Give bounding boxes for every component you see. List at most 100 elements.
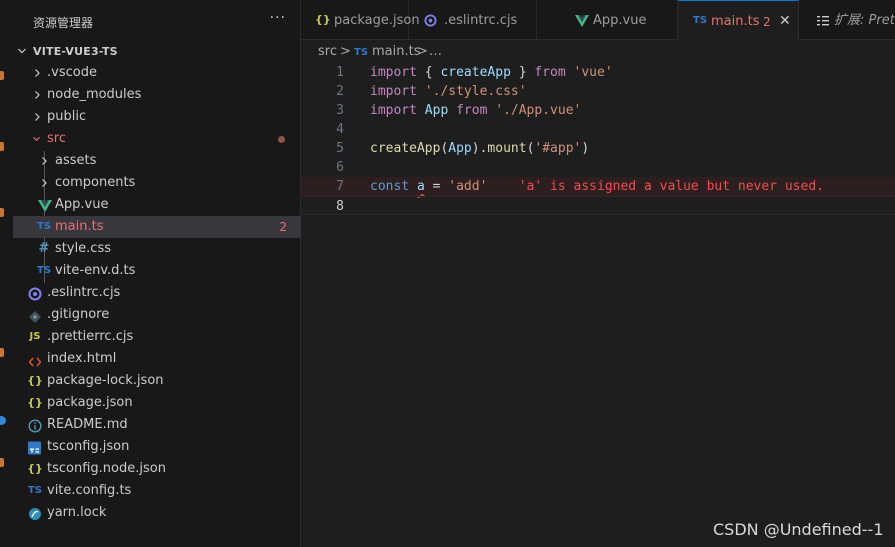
modified-indicator <box>278 136 285 143</box>
tree-item-label: vite.config.ts <box>47 483 132 498</box>
activity-marker <box>0 208 4 217</box>
git-icon <box>29 311 41 323</box>
ts-icon: TS <box>354 47 369 58</box>
tree-item-prettierrc[interactable]: JS .prettierrc.cjs <box>13 326 301 348</box>
tree-item-eslintrc[interactable]: .eslintrc.cjs <box>13 282 301 304</box>
activity-marker <box>0 458 4 467</box>
tree-item-label: .gitignore <box>47 307 110 322</box>
tree-item-style-css[interactable]: # style.css <box>13 238 301 260</box>
tree-item-assets[interactable]: assets <box>13 150 301 172</box>
tsconfig-icon <box>28 441 41 455</box>
css-hash-icon: # <box>38 241 50 256</box>
line-number: 2 <box>336 84 344 99</box>
tree-item-label: package-lock.json <box>47 373 164 388</box>
code-line: 3 import App from './App.vue' <box>301 101 895 120</box>
tree-item-label: yarn.lock <box>47 505 107 520</box>
tree-item-public[interactable]: public <box>13 106 301 128</box>
tree-item-src[interactable]: src <box>13 128 301 150</box>
code-text: createApp(App).mount('#app') <box>370 141 590 156</box>
tree-item-label: tsconfig.json <box>47 439 130 454</box>
tree-item-tsconfig-node[interactable]: {} tsconfig.node.json <box>13 458 301 480</box>
line-number: 4 <box>336 122 344 137</box>
breadcrumb-separator: > <box>340 44 351 59</box>
html-icon <box>29 357 41 367</box>
unused-variable: a <box>416 179 425 194</box>
tab-label: package.json <box>334 13 420 28</box>
tree-item-label: .prettierrc.cjs <box>47 329 134 344</box>
activity-marker <box>0 71 4 80</box>
tab-label: 扩展: Prettie <box>834 13 895 28</box>
inline-diagnostic-message: 'a' is assigned a value but never used. <box>518 179 824 194</box>
line-number: 6 <box>336 160 344 175</box>
breadcrumb-file[interactable]: main.ts <box>372 44 420 60</box>
vue-icon <box>575 15 589 27</box>
ts-icon: TS <box>37 221 52 232</box>
json-icon: {} <box>27 462 43 475</box>
more-actions-button[interactable]: ··· <box>270 10 286 26</box>
chevron-right-icon <box>35 69 40 77</box>
tree-item-label: main.ts <box>55 219 104 234</box>
tree-item-vite-config[interactable]: TS vite.config.ts <box>13 480 301 502</box>
tree-item-tsconfig[interactable]: tsconfig.json <box>13 436 301 458</box>
code-editor[interactable]: 1 import { createApp } from 'vue' 2 impo… <box>301 63 895 547</box>
tree-item-app-vue[interactable]: App.vue <box>13 194 301 216</box>
tree-item-label: node_modules <box>47 87 142 102</box>
editor-tab-bar: {} package.json .eslintrc.cjs App.vue TS… <box>301 0 895 41</box>
tree-item-package-json[interactable]: {} package.json <box>13 392 301 414</box>
tree-item-node-modules[interactable]: node_modules <box>13 84 301 106</box>
tree-item-label: vite-env.d.ts <box>55 263 136 278</box>
activity-bar <box>0 0 13 547</box>
line-number: 8 <box>336 199 344 214</box>
ts-icon: TS <box>27 485 43 496</box>
tab-eslintrc[interactable]: .eslintrc.cjs <box>409 0 537 40</box>
root-folder-label: VITE-VUE3-TS <box>33 45 118 58</box>
tree-item-main-ts[interactable]: TS main.ts 2 <box>13 216 301 238</box>
tree-item-package-lock[interactable]: {} package-lock.json <box>13 370 301 392</box>
problem-count-badge: 2 <box>279 220 287 234</box>
tree-item-label: README.md <box>47 417 128 432</box>
tree-item-label: assets <box>55 153 97 168</box>
tab-label: main.ts <box>711 14 760 29</box>
explorer-root-folder[interactable]: VITE-VUE3-TS <box>13 41 301 63</box>
chevron-right-icon <box>35 113 40 121</box>
activity-marker <box>0 142 4 151</box>
tree-item-readme[interactable]: README.md <box>13 414 301 436</box>
code-line: 6 <box>301 158 895 177</box>
watermark: CSDN @Undefined--1 <box>713 520 884 539</box>
line-number: 5 <box>336 141 344 156</box>
tree-item-gitignore[interactable]: .gitignore <box>13 304 301 326</box>
close-icon[interactable]: ✕ <box>779 13 791 29</box>
breadcrumb: src > TS main.ts > … <box>301 41 895 63</box>
eslint-icon <box>424 14 437 27</box>
tab-problem-badge: 2 <box>763 15 771 29</box>
tree-item-label: components <box>55 175 136 190</box>
vue-icon <box>38 200 52 212</box>
tree-item-components[interactable]: components <box>13 172 301 194</box>
tree-item-label: style.css <box>55 241 111 256</box>
tab-app-vue[interactable]: App.vue <box>537 0 678 40</box>
activity-marker <box>0 348 4 357</box>
tree-item-vscode[interactable]: .vscode <box>13 62 301 84</box>
chevron-down-icon <box>32 136 41 142</box>
tab-main-ts[interactable]: TS main.ts 2 ✕ <box>678 0 799 41</box>
tree-item-vite-env[interactable]: TS vite-env.d.ts <box>13 260 301 282</box>
info-icon <box>28 419 42 433</box>
breadcrumb-folder[interactable]: src <box>318 44 337 60</box>
json-icon: {} <box>315 13 331 26</box>
breadcrumb-separator: > <box>417 44 428 59</box>
tree-item-index-html[interactable]: index.html <box>13 348 301 370</box>
json-icon: {} <box>27 396 43 409</box>
ts-icon: TS <box>693 15 708 26</box>
tab-package-json[interactable]: {} package.json <box>301 0 420 40</box>
tab-extension-prettier[interactable]: 扩展: Prettie <box>799 0 895 40</box>
tree-item-label: package.json <box>47 395 133 410</box>
tab-label: App.vue <box>593 13 647 28</box>
explorer-title: 资源管理器 <box>33 16 94 30</box>
chevron-right-icon <box>42 157 47 165</box>
tree-item-yarn-lock[interactable]: yarn.lock <box>13 502 301 524</box>
breadcrumb-symbol[interactable]: … <box>429 44 442 60</box>
code-line: 1 import { createApp } from 'vue' <box>301 63 895 82</box>
tree-item-label: App.vue <box>55 197 109 212</box>
notification-dot[interactable] <box>0 416 6 425</box>
tree-item-label: .vscode <box>47 65 97 80</box>
